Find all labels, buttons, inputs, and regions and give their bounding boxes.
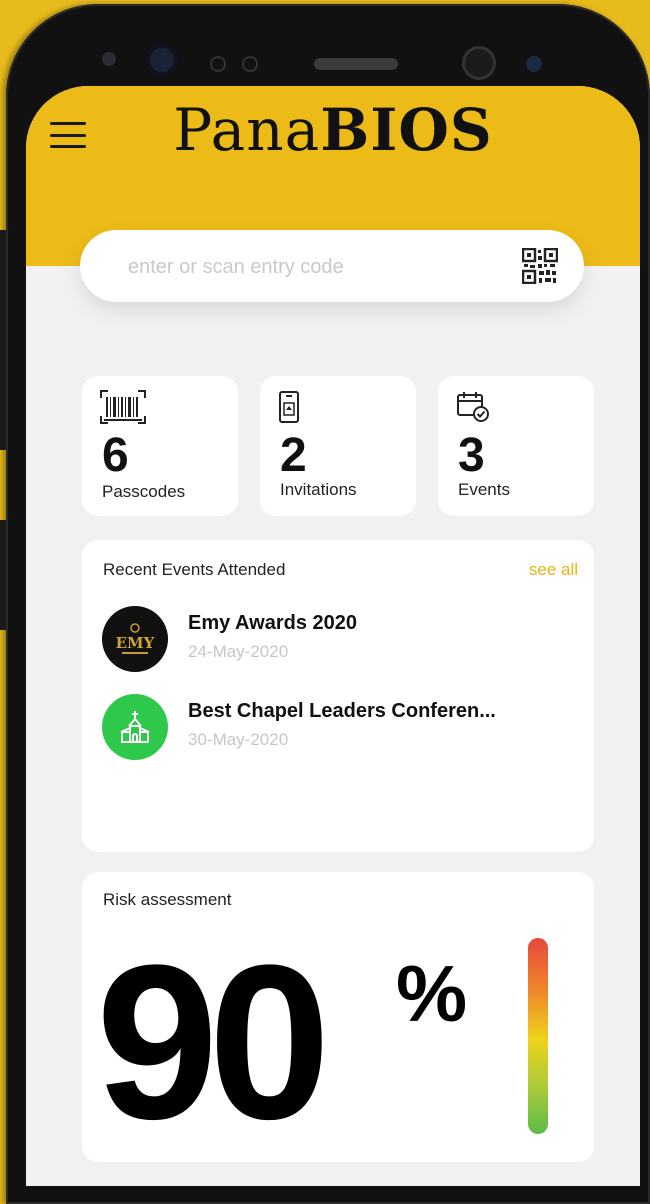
emy-logo-text: EMY bbox=[116, 634, 155, 652]
event-name: Best Chapel Leaders Conferen... bbox=[188, 700, 496, 722]
sensor-icon bbox=[242, 56, 258, 72]
recent-events-title: Recent Events Attended bbox=[103, 560, 286, 579]
risk-meter bbox=[528, 938, 548, 1134]
risk-percent-sign: % bbox=[396, 949, 468, 1038]
phone-ticket-icon bbox=[278, 390, 302, 429]
proximity-sensor-icon bbox=[526, 56, 542, 72]
church-icon bbox=[102, 694, 168, 760]
event-name: Emy Awards 2020 bbox=[188, 612, 357, 634]
calendar-check-icon bbox=[456, 390, 490, 427]
phone-side-button bbox=[0, 520, 6, 630]
stat-passcodes[interactable]: 6 Passcodes bbox=[82, 376, 238, 516]
entry-code-input[interactable] bbox=[126, 230, 510, 304]
entry-code-search bbox=[80, 230, 584, 304]
invitations-count: 2 bbox=[280, 429, 307, 482]
stat-invitations[interactable]: 2 Invitations bbox=[260, 376, 416, 516]
event-item-chapel-leaders[interactable]: Best Chapel Leaders Conferen... 30-May-2… bbox=[102, 694, 582, 760]
events-label: Events bbox=[458, 480, 510, 499]
iris-camera-icon bbox=[146, 44, 178, 76]
invitations-label: Invitations bbox=[280, 480, 357, 499]
sensor-icon bbox=[102, 52, 116, 66]
see-all-link[interactable]: see all bbox=[529, 560, 578, 580]
sensor-icon bbox=[210, 56, 226, 72]
event-item-emy-awards[interactable]: EMY Emy Awards 2020 24-May-2020 bbox=[102, 606, 582, 672]
events-count: 3 bbox=[458, 429, 485, 482]
barcode-icon bbox=[100, 390, 146, 429]
app-logo: PanaBIOS bbox=[173, 96, 493, 164]
passcodes-label: Passcodes bbox=[102, 482, 186, 501]
passcodes-count: 6 bbox=[102, 429, 129, 482]
phone-bezel bbox=[26, 14, 640, 94]
event-date: 24-May-2020 bbox=[188, 642, 289, 661]
phone-frame: PanaBIOS enter or scan entry code 6 Pass… bbox=[6, 4, 650, 1204]
recent-events-card: Recent Events Attended see all EMY Emy A… bbox=[82, 540, 594, 852]
front-camera-icon bbox=[462, 46, 496, 80]
app-screen: PanaBIOS enter or scan entry code 6 Pass… bbox=[26, 86, 640, 1186]
event-date: 30-May-2020 bbox=[188, 730, 289, 749]
earpiece-speaker bbox=[314, 58, 398, 70]
stat-events[interactable]: 3 Events bbox=[438, 376, 594, 516]
risk-title: Risk assessment bbox=[103, 890, 232, 909]
risk-value: 90 bbox=[96, 919, 331, 1165]
qr-code-icon[interactable] bbox=[521, 247, 559, 285]
event-avatar: EMY bbox=[102, 606, 168, 672]
risk-assessment-card: Risk assessment 90 % bbox=[82, 872, 594, 1162]
phone-side-button bbox=[0, 230, 6, 450]
